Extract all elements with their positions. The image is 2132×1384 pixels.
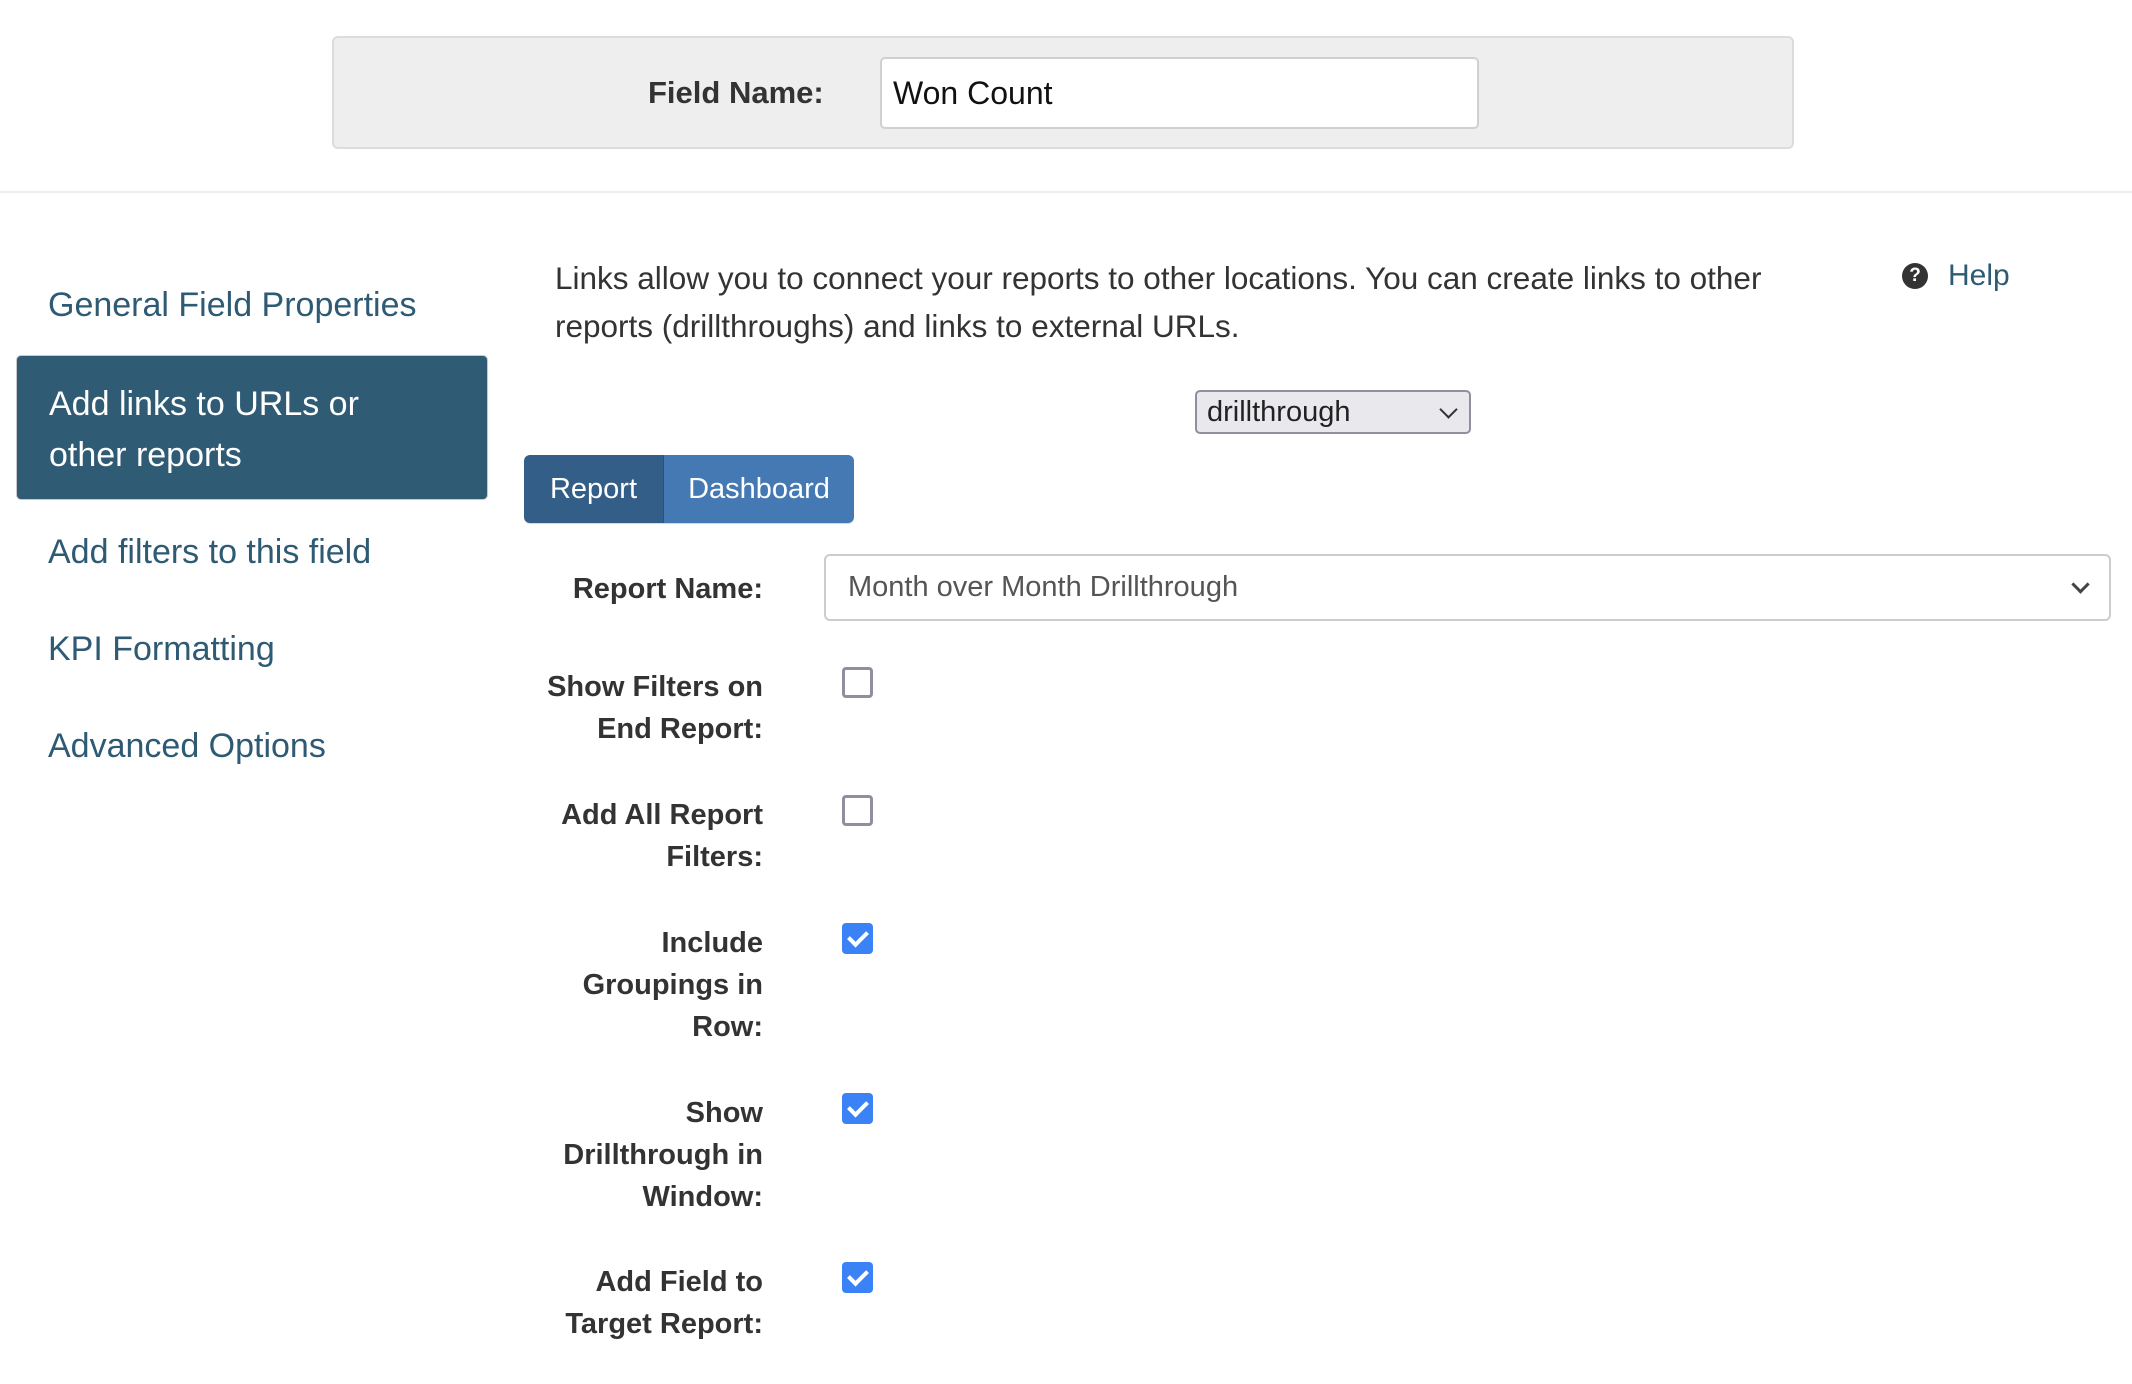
option-label-add-all-filters: Add All Report Filters: [561,799,763,873]
checkbox-add-field-target[interactable] [842,1262,873,1293]
field-name-label: Field Name: [648,75,824,110]
link-type-value: drillthrough [1207,395,1351,428]
sidebar-item-kpi-formatting[interactable]: KPI Formatting [48,627,275,671]
option-label-add-field-target: Add Field to Target Report: [565,1266,763,1340]
sidebar-item-add-links[interactable]: Add links to URLs or other reports [16,355,488,500]
sidebar-item-add-filters[interactable]: Add filters to this field [48,530,371,574]
sidebar-item-general-field-properties[interactable]: General Field Properties [48,283,417,327]
links-description: Links allow you to connect your reports … [555,260,1762,344]
help-link[interactable]: ? Help [1902,258,2010,294]
link-type-select[interactable]: drillthrough [1195,390,1471,434]
question-circle-icon: ? [1902,263,1928,289]
sidebar-item-advanced-options[interactable]: Advanced Options [48,724,326,768]
tab-dashboard[interactable]: Dashboard [664,455,854,523]
checkbox-include-groupings[interactable] [842,923,873,954]
option-label-show-filters: Show Filters on End Report: [547,671,763,745]
header-divider [0,191,2132,193]
sidebar-item-label: Add links to URLs or other reports [49,385,359,474]
report-name-value: Month over Month Drillthrough [848,571,1239,603]
target-type-toggle: Report Dashboard [524,455,854,523]
chevron-down-icon [2071,575,2090,594]
report-name-select[interactable]: Month over Month Drillthrough [824,554,2111,621]
chevron-down-icon [1439,399,1458,419]
checkbox-show-filters[interactable] [842,667,873,698]
checkbox-add-all-filters[interactable] [842,795,873,826]
help-label: Help [1948,259,2010,292]
field-name-input[interactable] [880,57,1479,129]
report-name-label: Report Name: [572,573,763,605]
option-label-show-drillthrough-window: Show Drillthrough in Window: [563,1097,763,1213]
checkbox-show-drillthrough-window[interactable] [842,1093,873,1124]
tab-report[interactable]: Report [524,455,664,523]
option-label-include-groupings: Include Groupings in Row: [582,927,763,1043]
